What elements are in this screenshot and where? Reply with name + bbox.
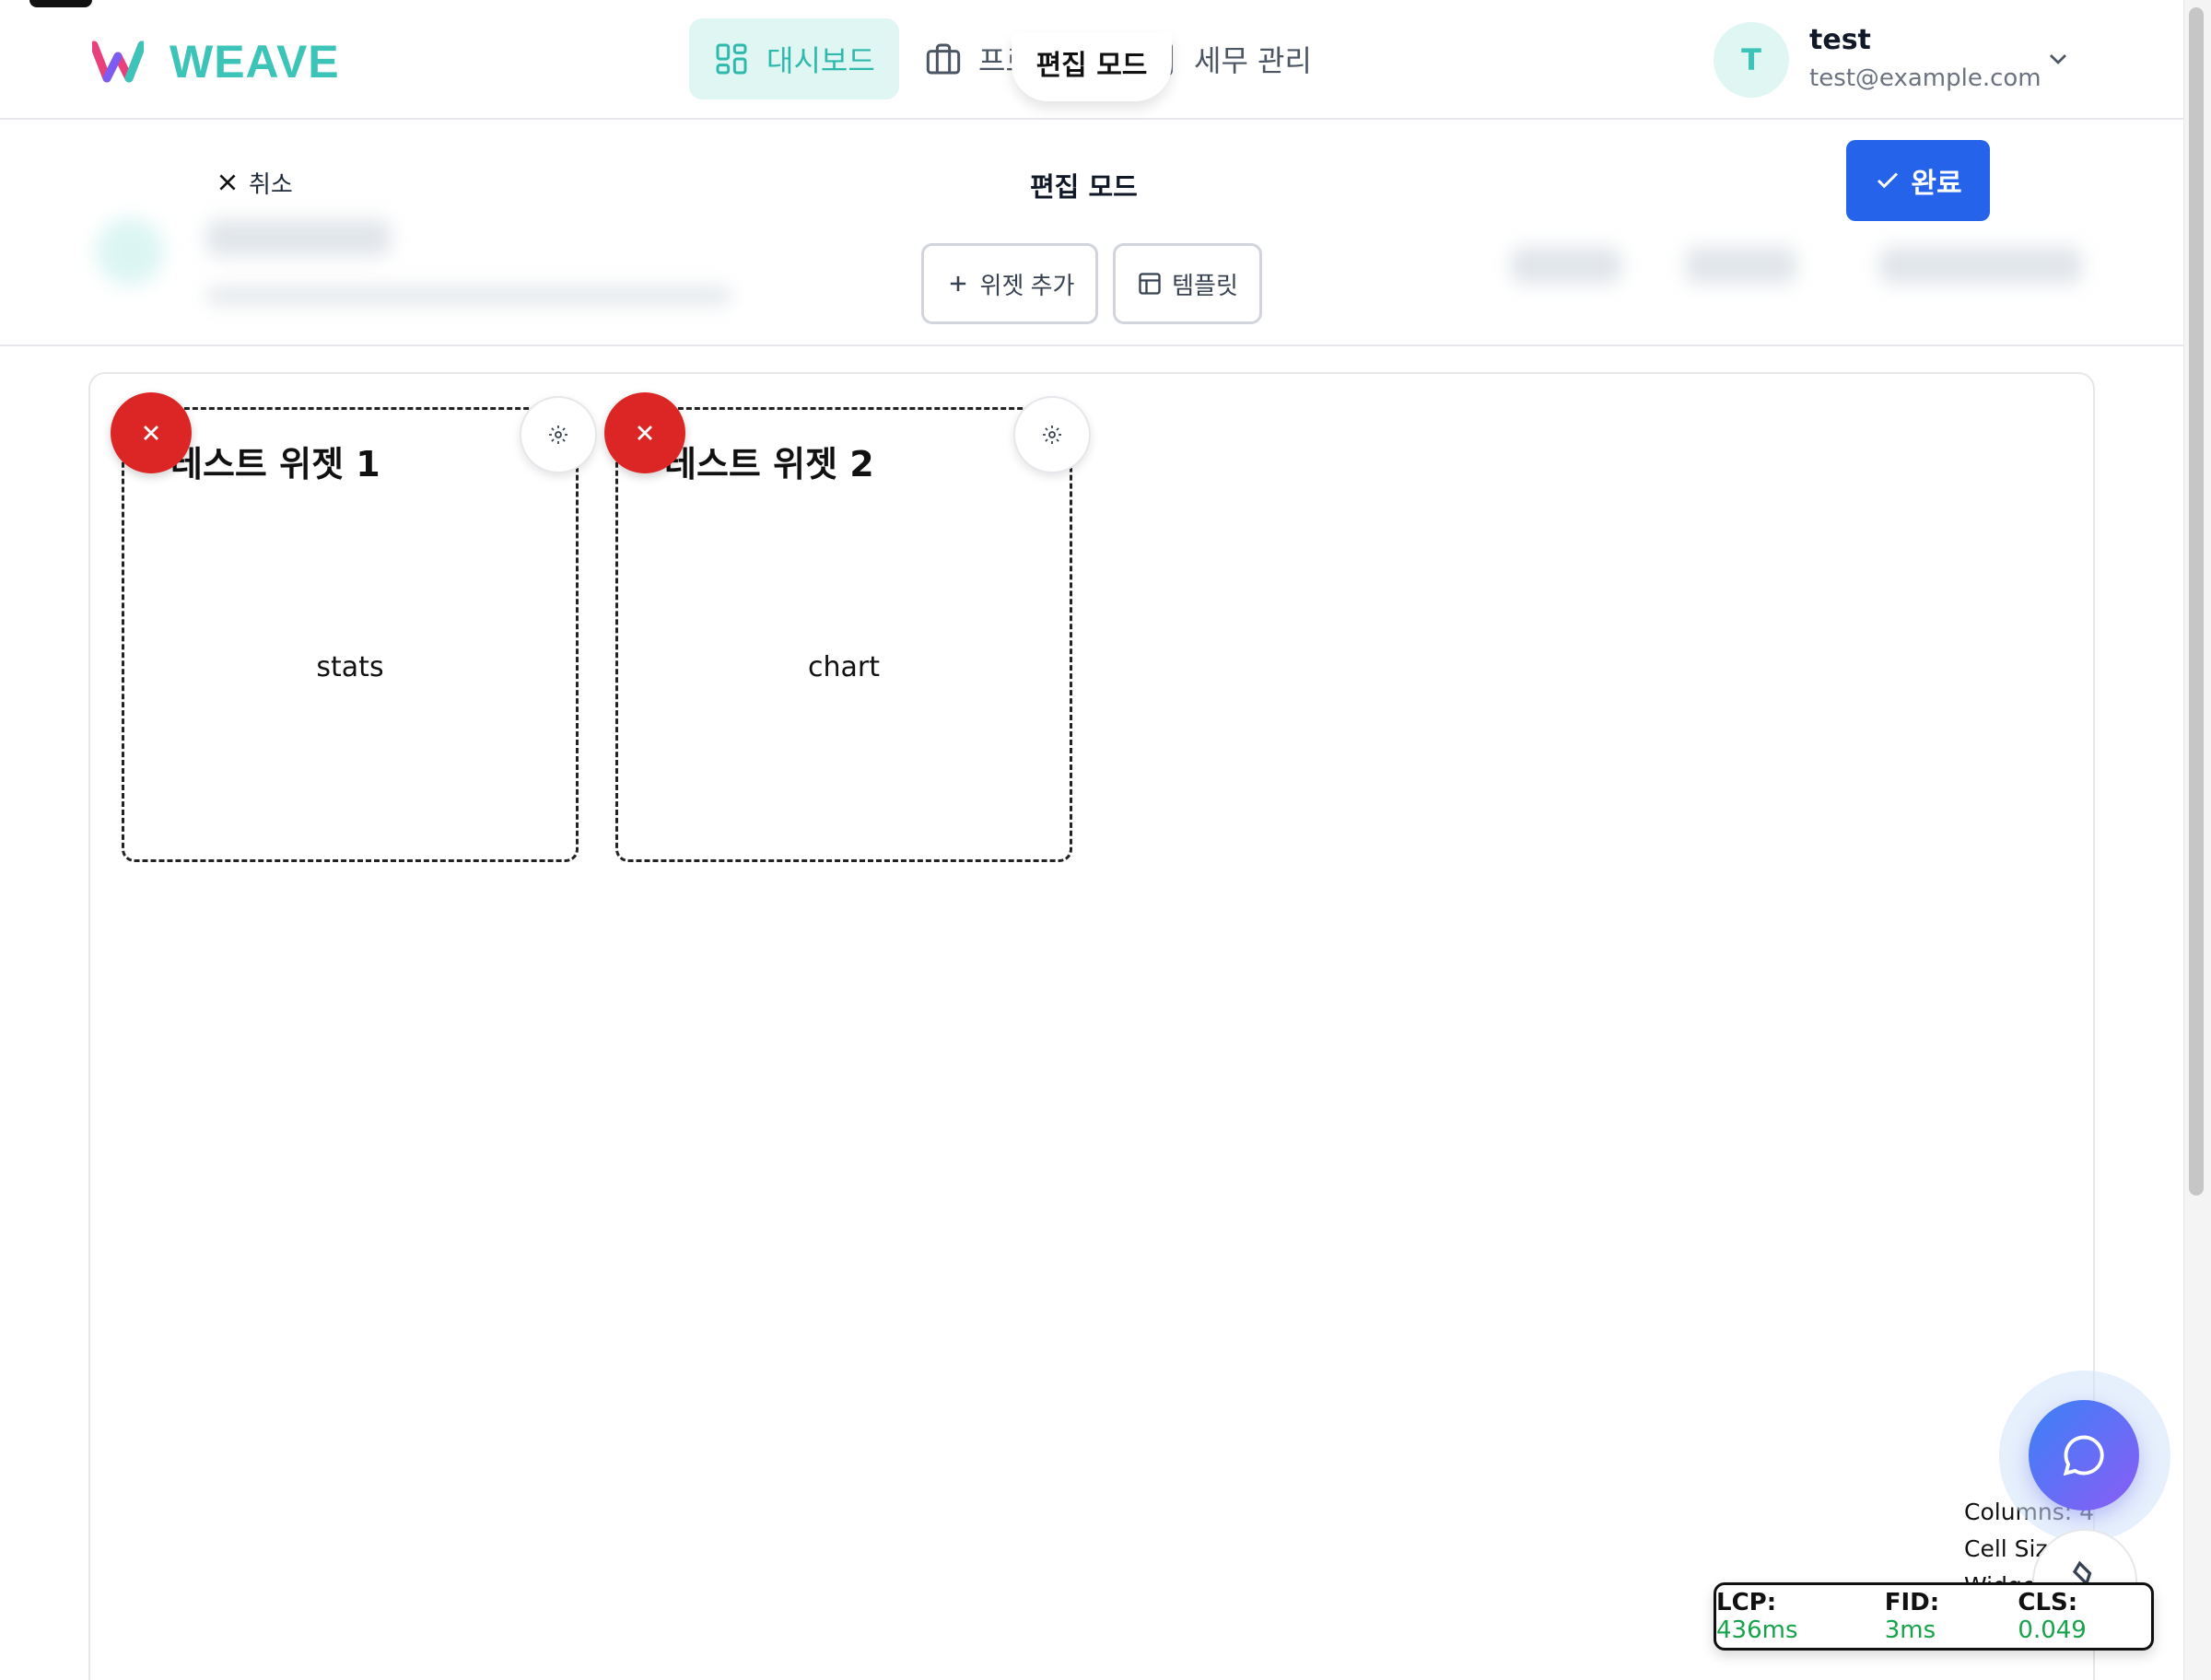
- widget-card[interactable]: 테스트 위젯 2 chart: [615, 407, 1072, 862]
- widget-card[interactable]: 테스트 위젯 1 stats: [122, 407, 579, 862]
- done-label: 완료: [1911, 169, 1962, 199]
- chevron-down-icon[interactable]: [2043, 44, 2073, 74]
- widget-type: chart: [808, 651, 880, 683]
- top-navigation: WEAVE 대시보드 프로젝트 세무 관리 편집 모드 T test test@…: [0, 0, 2183, 120]
- lcp-value: 436ms: [1716, 1616, 1798, 1644]
- template-label: 템플릿: [1172, 271, 1238, 299]
- layout-template-icon: [1139, 273, 1161, 295]
- edit-mode-tooltip: 편집 모드: [1012, 33, 1172, 101]
- delete-widget-button[interactable]: [111, 392, 192, 473]
- gear-icon: [549, 426, 567, 444]
- add-widget-button[interactable]: 위젯 추가: [921, 243, 1098, 324]
- web-vitals-panel: LCP: 436ms FID: 3ms CLS: 0.049: [1714, 1582, 2154, 1651]
- widget-settings-button[interactable]: [520, 396, 597, 473]
- nav-item-label: 대시보드: [766, 43, 875, 78]
- nav-item-label: 세무 관리: [1194, 43, 1312, 78]
- close-icon: [219, 174, 236, 191]
- done-button[interactable]: 완료: [1846, 140, 1990, 221]
- scrollbar-thumb[interactable]: [2189, 7, 2204, 1196]
- edit-mode-toolbar: 취소 편집 모드 완료 위젯 추가 템플릿: [0, 122, 2183, 346]
- fid-label: FID:: [1884, 1589, 1940, 1616]
- brand-logo[interactable]: WEAVE: [92, 35, 340, 88]
- cls-value: 0.049: [2018, 1616, 2087, 1644]
- close-icon: [638, 426, 652, 440]
- grid-icon: [716, 43, 747, 75]
- dashboard-grid-canvas: 테스트 위젯 1 stats 테스트 위젯 2 chart: [88, 372, 2095, 1680]
- widget-settings-button[interactable]: [1013, 396, 1091, 473]
- devtools-tab[interactable]: [29, 0, 92, 7]
- user-email: test@example.com: [1809, 64, 2041, 92]
- cancel-label: 취소: [249, 169, 293, 198]
- brand-name: WEAVE: [170, 36, 340, 88]
- plus-icon: [950, 275, 965, 292]
- delete-widget-button[interactable]: [604, 392, 685, 473]
- lcp-label: LCP:: [1716, 1589, 1777, 1616]
- widget-title: 테스트 위젯 1: [170, 444, 380, 484]
- close-icon: [144, 426, 158, 440]
- widget-type: stats: [316, 651, 384, 683]
- gear-icon: [1043, 426, 1061, 444]
- chat-button[interactable]: [2029, 1400, 2139, 1511]
- widget-title: 테스트 위젯 2: [664, 444, 874, 484]
- fid-value: 3ms: [1884, 1616, 1936, 1644]
- briefcase-icon: [926, 43, 961, 75]
- check-icon: [1878, 172, 1899, 189]
- avatar[interactable]: T: [1714, 22, 1789, 98]
- weave-logo-icon: [92, 41, 144, 83]
- chat-bubble-icon: [2063, 1435, 2104, 1476]
- cls-label: CLS:: [2018, 1589, 2078, 1616]
- cancel-button[interactable]: 취소: [216, 164, 293, 201]
- user-name[interactable]: test: [1809, 24, 1871, 56]
- page-title: 편집 모드: [1030, 171, 1138, 203]
- add-widget-label: 위젯 추가: [979, 271, 1075, 299]
- template-button[interactable]: 템플릿: [1113, 243, 1262, 324]
- nav-item-dashboard[interactable]: 대시보드: [689, 18, 899, 99]
